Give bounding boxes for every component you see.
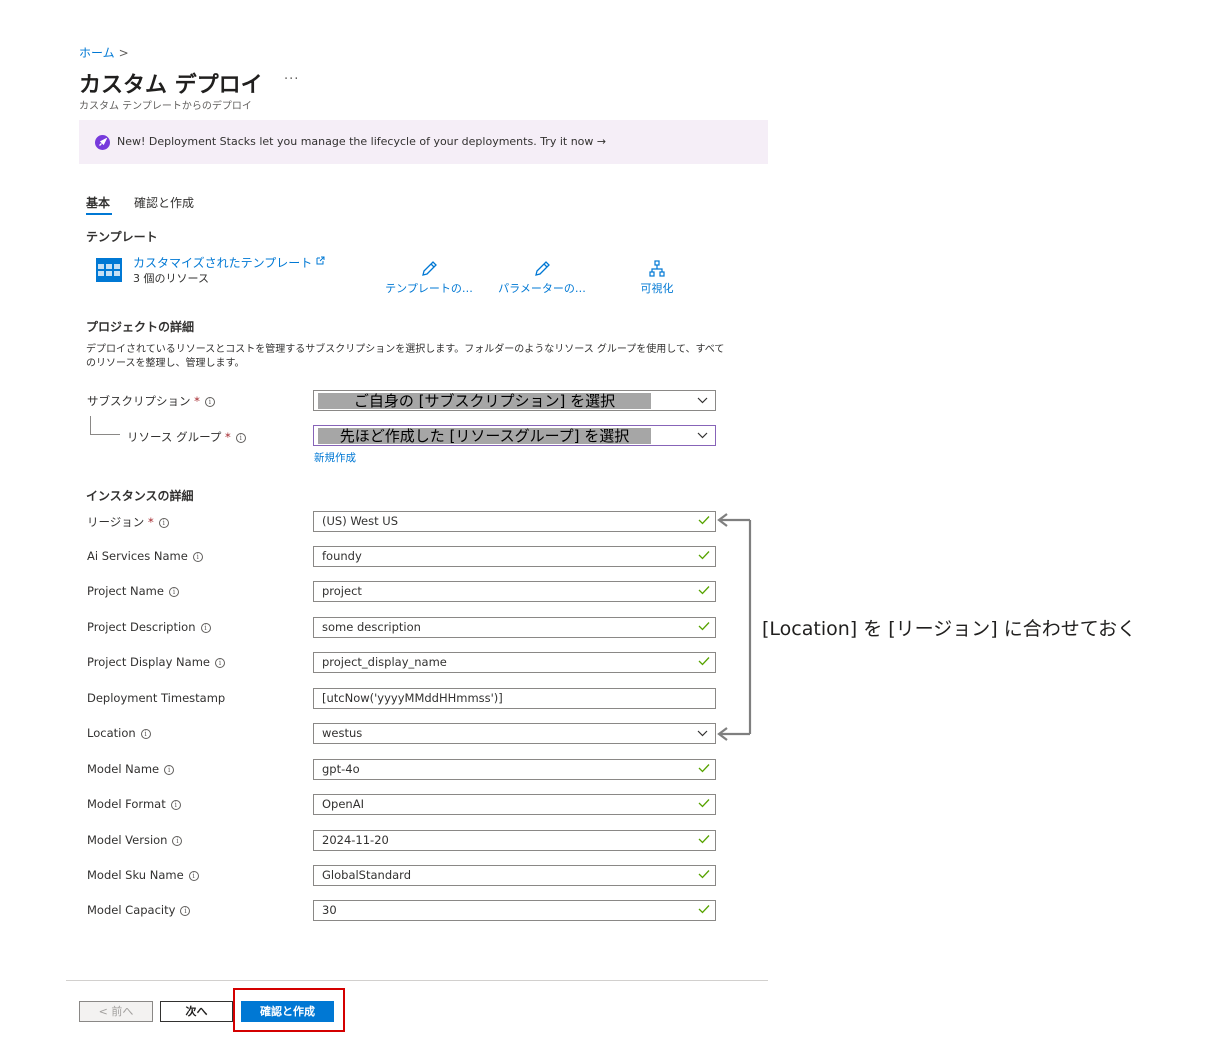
more-options-button[interactable]: ··· — [284, 72, 299, 87]
model-capacity-input[interactable]: 30 — [313, 900, 716, 921]
info-icon[interactable]: i — [235, 433, 246, 443]
location-label: Location i — [87, 726, 151, 740]
deployment-timestamp-input[interactable]: [utcNow('yyyyMMddHHmmss')] — [313, 688, 716, 709]
project-description-input[interactable]: some description — [313, 617, 716, 638]
deployment-stacks-banner[interactable]: New! Deployment Stacks let you manage th… — [79, 120, 768, 164]
required-mark: * — [147, 515, 154, 529]
deployment-timestamp-label: Deployment Timestamp — [87, 691, 226, 705]
model-name-input[interactable]: gpt-4o — [313, 759, 716, 780]
model-format-input[interactable]: OpenAI — [313, 794, 716, 815]
chevron-down-icon — [697, 432, 708, 439]
footer-divider — [66, 980, 768, 981]
banner-text: New! Deployment Stacks let you manage th… — [117, 135, 607, 148]
checkmark-icon — [698, 835, 710, 844]
resource-group-label: リソース グループ * i — [127, 429, 246, 445]
checkmark-icon — [698, 657, 710, 666]
chevron-down-icon — [697, 397, 708, 404]
checkmark-icon — [698, 799, 710, 808]
info-icon[interactable]: i — [200, 623, 211, 633]
model-sku-name-label: Model Sku Name i — [87, 868, 199, 882]
ai-services-name-input[interactable]: foundy — [313, 546, 716, 567]
info-icon[interactable]: i — [170, 800, 181, 810]
checkmark-icon — [698, 622, 710, 631]
resource-group-dropdown[interactable]: 先ほど作成した [リソースグループ] を選択 — [313, 425, 716, 446]
template-name-link[interactable]: カスタマイズされたテンプレート — [133, 254, 325, 271]
instance-section-title: インスタンスの詳細 — [86, 489, 194, 503]
subscription-placeholder-note: ご自身の [サブスクリプション] を選択 — [318, 393, 651, 409]
region-label: リージョン * i — [87, 514, 169, 530]
edit-template-button[interactable]: テンプレートの… — [374, 260, 484, 296]
project-display-name-input[interactable]: project_display_name — [313, 652, 716, 673]
checkmark-icon — [698, 551, 710, 560]
edit-parameters-label: パラメーターの… — [498, 282, 586, 295]
info-icon[interactable]: i — [168, 587, 179, 597]
project-description-label: Project Description i — [87, 620, 211, 634]
checkmark-icon — [698, 905, 710, 914]
region-dropdown[interactable]: (US) West US — [313, 511, 716, 532]
ai-services-name-label: Ai Services Name i — [87, 549, 203, 563]
resource-group-placeholder-note: 先ほど作成した [リソースグループ] を選択 — [318, 428, 651, 444]
model-capacity-label: Model Capacity i — [87, 903, 191, 917]
page-title: カスタム デプロイ — [79, 73, 263, 98]
required-mark: * — [225, 430, 231, 444]
edit-parameters-button[interactable]: パラメーターの… — [487, 260, 597, 296]
subscription-dropdown[interactable]: ご自身の [サブスクリプション] を選択 — [313, 390, 716, 411]
project-section-title: プロジェクトの詳細 — [86, 320, 195, 334]
project-name-input[interactable]: project — [313, 581, 716, 602]
checkmark-icon — [698, 516, 710, 525]
checkmark-icon — [698, 870, 710, 879]
tree-connector-horizontal — [90, 434, 120, 435]
visualize-button[interactable]: 可視化 — [602, 260, 712, 296]
pencil-icon — [422, 261, 437, 276]
model-name-label: Model Name i — [87, 762, 175, 776]
previous-button[interactable]: < 前へ — [79, 1001, 153, 1022]
hierarchy-icon — [649, 260, 665, 277]
subscription-label: サブスクリプション * i — [87, 393, 215, 409]
external-link-icon — [316, 256, 325, 265]
project-display-name-label: Project Display Name i — [87, 655, 225, 669]
model-version-input[interactable]: 2024-11-20 — [313, 830, 716, 851]
model-format-label: Model Format i — [87, 797, 181, 811]
checkmark-icon — [698, 764, 710, 773]
model-sku-name-input[interactable]: GlobalStandard — [313, 865, 716, 886]
page-subtitle: カスタム テンプレートからのデプロイ — [79, 101, 252, 112]
info-icon[interactable]: i — [140, 729, 151, 739]
project-description: デプロイされているリソースとコストを管理するサブスクリプションを選択します。フォ… — [86, 344, 725, 369]
create-new-resource-group-link[interactable]: 新規作成 — [314, 450, 356, 465]
info-icon[interactable]: i — [158, 518, 169, 528]
tree-connector-vertical — [90, 416, 91, 434]
breadcrumb-home-link[interactable]: ホーム — [79, 46, 115, 60]
tab-basics[interactable]: 基本 — [86, 194, 110, 211]
chevron-down-icon — [697, 730, 708, 737]
tab-review-create[interactable]: 確認と作成 — [134, 194, 194, 211]
checkmark-icon — [698, 586, 710, 595]
info-icon[interactable]: i — [204, 397, 215, 407]
required-mark: * — [194, 394, 200, 408]
edit-template-label: テンプレートの… — [385, 282, 473, 295]
model-version-label: Model Version i — [87, 833, 183, 847]
rocket-icon — [95, 135, 110, 150]
breadcrumb-separator: > — [118, 46, 129, 60]
location-dropdown[interactable]: westus — [313, 723, 716, 744]
visualize-label: 可視化 — [640, 282, 674, 295]
pencil-icon — [535, 261, 550, 276]
info-icon[interactable]: i — [164, 765, 175, 775]
next-button[interactable]: 次へ — [160, 1001, 233, 1022]
tab-active-indicator — [86, 213, 112, 215]
info-icon[interactable]: i — [172, 836, 183, 846]
annotation-bracket-arrow — [717, 513, 752, 741]
template-resource-count: 3 個のリソース — [133, 272, 209, 285]
highlight-box — [233, 988, 345, 1032]
template-section-title: テンプレート — [86, 230, 158, 244]
info-icon[interactable]: i — [188, 871, 199, 881]
info-icon[interactable]: i — [192, 552, 203, 562]
annotation-text: [Location] を [リージョン] に合わせておく — [762, 618, 1137, 640]
breadcrumb: ホーム > — [79, 44, 129, 61]
template-icon — [96, 258, 122, 286]
project-name-label: Project Name i — [87, 584, 179, 598]
info-icon[interactable]: i — [214, 658, 225, 668]
info-icon[interactable]: i — [180, 906, 191, 916]
